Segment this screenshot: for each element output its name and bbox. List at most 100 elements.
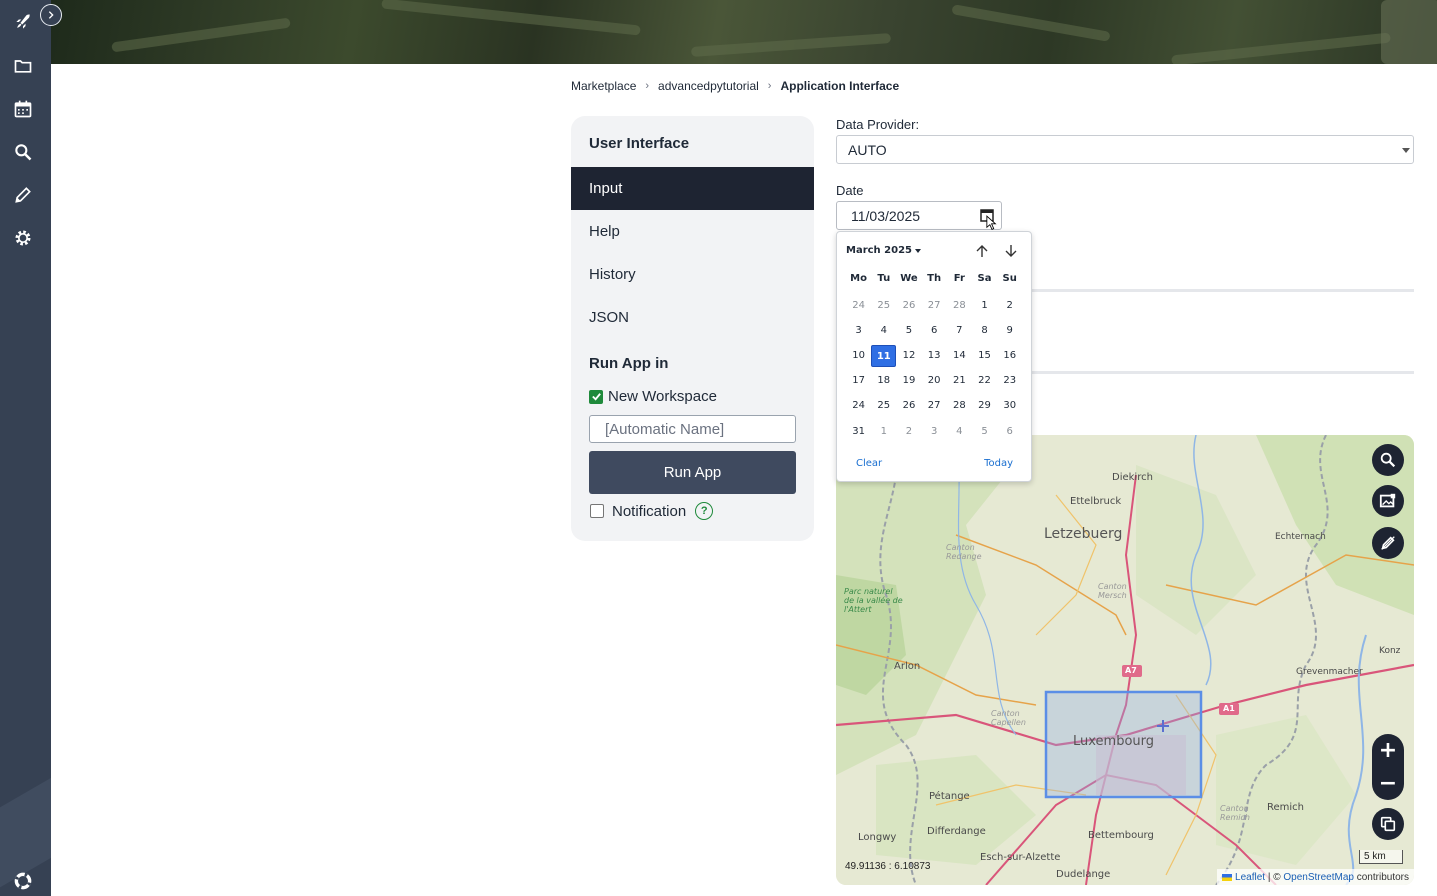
workspace-name-input[interactable]: [Automatic Name] [589,415,796,443]
map-label: Canton Mersch [1098,582,1127,600]
map-search-button[interactable] [1372,444,1404,476]
calendar-day[interactable]: 18 [871,370,896,392]
date-input[interactable]: 11/03/2025 [836,201,1002,231]
help-icon[interactable]: ? [695,502,714,520]
zoom-out-button[interactable]: − [1372,767,1404,800]
calendar-day[interactable]: 3 [846,320,871,342]
map-layers-button[interactable] [1372,808,1404,840]
mouse-cursor-icon [986,215,997,231]
calendar-day[interactable]: 30 [997,395,1022,417]
calendar-day-outside[interactable]: 1 [871,421,896,443]
pencil-icon[interactable] [12,184,34,206]
calendar-day[interactable]: 27 [922,395,947,417]
image-export-icon [1379,493,1396,508]
rocket-icon[interactable] [12,11,34,33]
calendar-week: 24 25 26 27 28 29 30 [846,394,1032,419]
openstreetmap-link[interactable]: OpenStreetMap [1283,872,1354,883]
calendar-day[interactable]: 5 [896,320,921,342]
gear-icon[interactable] [12,227,34,249]
calendar-day[interactable]: 31 [846,421,871,443]
clear-date-button[interactable]: Clear [856,458,882,469]
previous-month-button[interactable] [974,243,990,259]
calendar-day[interactable]: 13 [922,345,947,367]
calendar-day-outside[interactable]: 24 [846,295,871,317]
calendar-day[interactable]: 8 [972,320,997,342]
calendar-day[interactable]: 4 [871,320,896,342]
today-button[interactable]: Today [984,458,1013,469]
notification-checkbox[interactable] [590,504,604,518]
calendar-day[interactable]: 15 [972,345,997,367]
lifebuoy-icon[interactable] [12,870,34,892]
tab-json[interactable]: JSON [571,296,814,339]
calendar-icon[interactable] [12,98,34,120]
run-app-button[interactable]: Run App [589,451,796,494]
calendar-days: 24 25 26 27 28 1 2 3 4 5 6 7 8 9 10 11 12 13 14 15 16 17 18 19 2… [846,293,1032,444]
calendar-day[interactable]: 10 [846,345,871,367]
calendar-day[interactable]: 17 [846,370,871,392]
calendar-day[interactable]: 7 [947,320,972,342]
tab-history[interactable]: History [571,253,814,296]
leaflet-link[interactable]: Leaflet [1235,872,1265,883]
calendar-day[interactable]: 25 [871,395,896,417]
calendar-day-outside[interactable]: 27 [922,295,947,317]
calendar-day[interactable]: 28 [947,395,972,417]
breadcrumb-separator: › [645,80,650,92]
breadcrumb-app[interactable]: advancedpytutorial [658,79,759,93]
calendar-day-outside[interactable]: 3 [922,421,947,443]
calendar-day[interactable]: 20 [922,370,947,392]
calendar-day-outside[interactable]: 28 [947,295,972,317]
calendar-day[interactable]: 21 [947,370,972,392]
calendar-day[interactable]: 24 [846,395,871,417]
next-month-button[interactable] [1003,243,1019,259]
user-interface-panel: User Interface Input Help History JSON R… [571,116,814,541]
month-year-selector[interactable]: March 2025 [846,245,921,256]
search-icon [1380,452,1396,468]
map-label: Diekirch [1112,472,1153,483]
calendar-day[interactable]: 2 [997,295,1022,317]
calendar-day[interactable]: 19 [896,370,921,392]
folder-icon[interactable] [12,55,34,77]
month-label: March 2025 [846,245,912,256]
zoom-in-button[interactable]: + [1372,734,1404,767]
new-workspace-checkbox[interactable] [589,389,603,404]
map-label: Canton Capellen [991,709,1026,727]
weekday-label: Su [1002,273,1017,284]
calendar-day[interactable]: 29 [972,395,997,417]
map-export-button[interactable] [1372,485,1404,517]
map-draw-button[interactable] [1372,527,1404,559]
map-label: Bettembourg [1088,830,1154,841]
calendar-day[interactable]: 12 [896,345,921,367]
form-divider [1030,371,1414,374]
calendar-day[interactable]: 22 [972,370,997,392]
calendar-day[interactable]: 9 [997,320,1022,342]
tab-help[interactable]: Help [571,210,814,253]
tab-input[interactable]: Input [571,167,814,210]
datepicker-popup: March 2025 Mo Tu We Th Fr Sa Su 24 25 26 27 28 1 2 3 4… [836,231,1032,482]
date-value: 11/03/2025 [851,207,921,224]
calendar-day-outside[interactable]: 6 [997,421,1022,443]
weekday-label: Fr [953,273,965,284]
data-provider-value: AUTO [848,141,887,158]
road-label: A7 [1125,666,1137,675]
calendar-grid: Mo Tu We Th Fr Sa Su 24 25 26 27 28 1 2 3 4 5 6 7 8 9 10 11 12… [846,273,1032,444]
calendar-day[interactable]: 1 [972,295,997,317]
data-provider-select[interactable]: AUTO [836,135,1414,164]
calendar-day[interactable]: 14 [947,345,972,367]
calendar-day-selected[interactable]: 11 [871,344,897,367]
breadcrumb-marketplace[interactable]: Marketplace [571,79,636,93]
attribution-suffix: contributors [1353,871,1409,883]
calendar-day[interactable]: 16 [997,345,1022,367]
search-icon[interactable] [12,141,34,163]
calendar-day-outside[interactable]: 2 [896,421,921,443]
expand-sidebar-button[interactable] [40,4,62,26]
calendar-day-outside[interactable]: 5 [972,421,997,443]
calendar-day-outside[interactable]: 26 [896,295,921,317]
calendar-day[interactable]: 6 [922,320,947,342]
calendar-day-outside[interactable]: 25 [871,295,896,317]
new-workspace-row: New Workspace [589,388,717,405]
calendar-day[interactable]: 26 [896,395,921,417]
calendar-day[interactable]: 23 [997,370,1022,392]
map-view[interactable]: Diekirch Ettelbruck Letzebuerg Echternac… [836,435,1414,885]
map-label: Canton Redange [946,543,982,561]
calendar-day-outside[interactable]: 4 [947,421,972,443]
